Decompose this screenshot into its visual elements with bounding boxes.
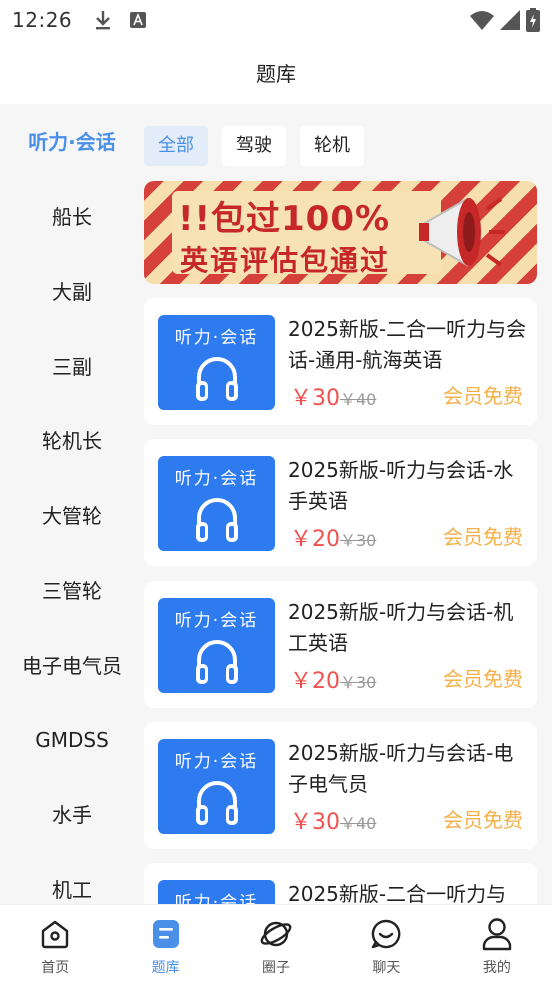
thumb-label: 听力·会话 xyxy=(174,752,259,772)
product-price: ￥30 xyxy=(290,810,340,835)
title-bar: 题库 xyxy=(0,40,552,104)
planet-icon xyxy=(259,917,293,951)
product-original-price: ￥30 xyxy=(340,531,377,550)
nav-circle[interactable]: 圈子 xyxy=(221,905,331,983)
product-title: 2025新版-二合一听力与 xyxy=(288,882,507,904)
sidebar-item-third-officer[interactable]: 三副 xyxy=(0,347,144,387)
product-original-price: ￥40 xyxy=(340,814,377,833)
banner-subline: 英语评估包通过 xyxy=(180,244,391,277)
nav-label-profile: 我的 xyxy=(482,960,511,976)
download-icon xyxy=(96,11,111,30)
nav-profile[interactable]: 我的 xyxy=(442,905,552,983)
sidebar-item-chief-officer[interactable]: 大副 xyxy=(0,272,144,312)
signal-icon xyxy=(500,10,520,30)
thumb-label: 听力·会话 xyxy=(174,611,259,631)
filter-chips: 全部 驾驶 轮机 xyxy=(144,126,364,166)
headphones-icon xyxy=(196,640,238,684)
megaphone-icon xyxy=(419,197,505,267)
filter-deck[interactable]: 驾驶 xyxy=(222,126,286,166)
wifi-icon xyxy=(470,11,494,30)
page-title: 题库 xyxy=(256,61,296,86)
status-bar: 12:26 xyxy=(0,0,552,40)
sidebar-item-motorman[interactable]: 机工 xyxy=(0,870,144,904)
product-original-price: ￥30 xyxy=(340,673,377,692)
banner-headline: !!包过100% xyxy=(178,199,391,239)
thumb-label: 听力·会话 xyxy=(174,328,259,348)
product-thumbnail: 听力·会话 xyxy=(158,315,275,410)
filter-all[interactable]: 全部 xyxy=(144,126,208,166)
battery-icon xyxy=(526,8,540,32)
product-title: 2025新版-听力与会话-水手英语 xyxy=(288,458,514,513)
product-price: ￥20 xyxy=(290,527,340,552)
sidebar-item-eto[interactable]: 电子电气员 xyxy=(0,646,144,686)
sidebar-item-listening[interactable]: 听力·会话 xyxy=(0,122,144,162)
profile-icon xyxy=(480,917,514,951)
sidebar-item-second-engineer[interactable]: 大管轮 xyxy=(0,496,144,536)
product-title: 2025新版-听力与会话-机工英语 xyxy=(288,600,514,655)
sidebar-item-captain[interactable]: 船长 xyxy=(0,197,144,237)
product-card[interactable]: 听力·会话 2025新版-二合一听力与会话-通用-航海英语 ￥30 ￥40 会员… xyxy=(144,298,537,425)
thumb-label: 听力·会话 xyxy=(174,469,259,489)
nav-home[interactable]: 首页 xyxy=(0,905,110,983)
product-card[interactable]: 听力·会话 2025新版-听力与会话-电子电气员 ￥30 ￥40 会员免费 xyxy=(144,722,537,849)
nav-label-circle: 圈子 xyxy=(262,960,291,976)
sidebar-item-sailor[interactable]: 水手 xyxy=(0,795,144,835)
font-a-icon xyxy=(130,12,147,28)
nav-label-home: 首页 xyxy=(41,960,70,976)
headphones-icon xyxy=(196,781,238,825)
sidebar-item-chief-engineer[interactable]: 轮机长 xyxy=(0,421,144,461)
headphones-icon xyxy=(196,357,238,401)
nav-question-bank[interactable]: 题库 xyxy=(110,905,220,983)
sidebar-item-gmdss[interactable]: GMDSS xyxy=(0,720,144,760)
product-title: 2025新版-二合一听力与会话-通用-航海英语 xyxy=(288,317,527,372)
question-bank-icon xyxy=(149,917,183,951)
product-price: ￥30 xyxy=(290,386,340,411)
promo-banner[interactable]: !!包过100% 英语评估包通过 xyxy=(144,181,537,284)
product-card[interactable]: 听力·会话 2025新版-听力与会话-机工英语 ￥20 ￥30 会员免费 xyxy=(144,581,537,708)
home-icon xyxy=(38,917,72,951)
product-thumbnail: 听力·会话 xyxy=(158,739,275,834)
main-content: 听力·会话 船长 大副 三副 轮机长 大管轮 三管轮 电子电气员 GMDSS 水… xyxy=(0,104,552,904)
member-free-badge: 会员免费 xyxy=(443,808,523,832)
nav-label-question-bank: 题库 xyxy=(151,960,180,976)
product-thumbnail: 听力·会话 xyxy=(158,456,275,551)
filter-engine[interactable]: 轮机 xyxy=(300,126,364,166)
nav-chat[interactable]: 聊天 xyxy=(331,905,441,983)
product-thumbnail: 听力·会话 xyxy=(158,598,275,693)
product-title: 2025新版-听力与会话-电子电气员 xyxy=(288,741,514,796)
member-free-badge: 会员免费 xyxy=(443,384,523,408)
bottom-navigation: 首页 题库 圈子 聊天 我的 xyxy=(0,904,552,983)
headphones-icon xyxy=(196,498,238,542)
status-time: 12:26 xyxy=(12,8,73,32)
product-card[interactable]: 听力·会话 2025新版-听力与会话-水手英语 ￥20 ￥30 会员免费 xyxy=(144,439,537,566)
category-sidebar: 听力·会话 船长 大副 三副 轮机长 大管轮 三管轮 电子电气员 GMDSS 水… xyxy=(0,104,144,904)
product-thumbnail: 听力·会话 xyxy=(158,880,275,904)
product-original-price: ￥40 xyxy=(340,390,377,409)
product-card[interactable]: 听力·会话 2025新版-二合一听力与 xyxy=(144,863,537,904)
sidebar-item-third-engineer[interactable]: 三管轮 xyxy=(0,571,144,611)
chat-icon xyxy=(369,917,403,951)
member-free-badge: 会员免费 xyxy=(443,525,523,549)
member-free-badge: 会员免费 xyxy=(443,667,523,691)
nav-label-chat: 聊天 xyxy=(372,960,401,976)
product-price: ￥20 xyxy=(290,669,340,694)
thumb-label: 听力·会话 xyxy=(174,893,259,904)
